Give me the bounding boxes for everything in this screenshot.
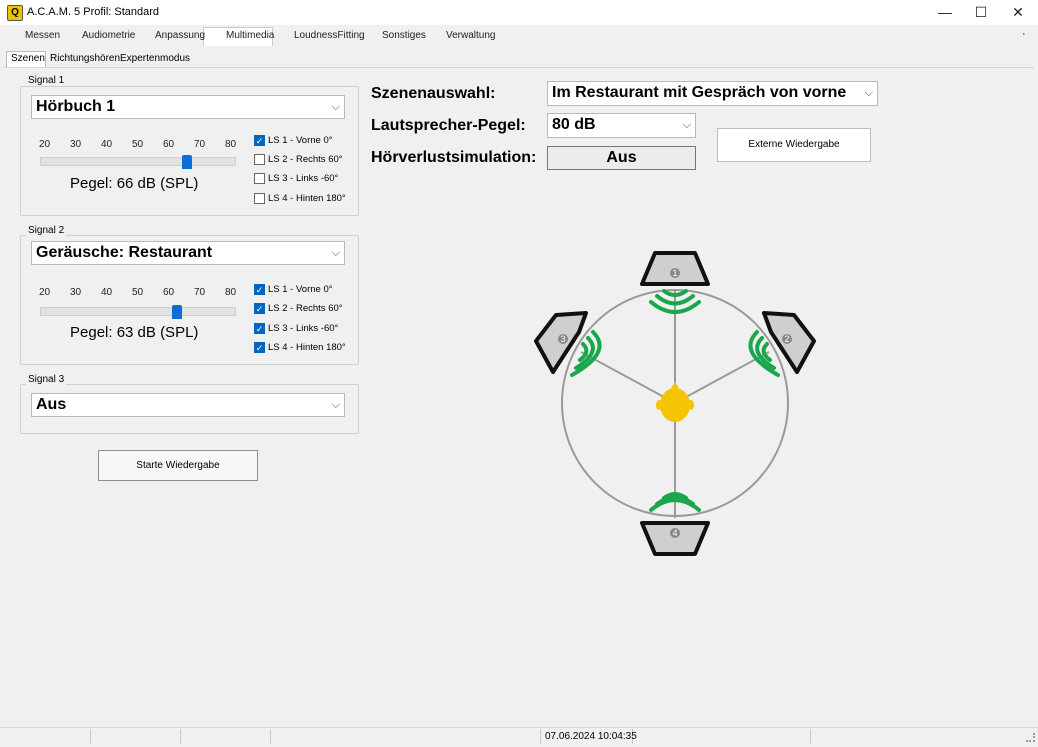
speaker-layout-diagram: 1 4 3 2: [534, 251, 816, 556]
close-button[interactable]: ✕: [1000, 0, 1036, 25]
signal1-ls1-checkbox[interactable]: ✓: [254, 135, 265, 146]
signal2-pegel-text: Pegel: 63 dB (SPL): [70, 324, 199, 341]
tab-verwaltung[interactable]: Verwaltung: [446, 28, 495, 44]
subtab-richtungshoeren[interactable]: Richtungshören: [50, 53, 120, 64]
signal1-tick-30: 30: [70, 139, 82, 150]
signal2-tick-40: 40: [101, 287, 113, 298]
chevron-down-icon: ⌵: [331, 101, 340, 113]
listener-head-icon: [656, 382, 694, 422]
tab-audiometrie[interactable]: Audiometrie: [82, 28, 135, 44]
speaker-1-number: 1: [672, 268, 677, 278]
subtab-szenen[interactable]: Szenen: [11, 53, 45, 64]
signal2-tick-70: 70: [194, 287, 206, 298]
signal1-ls3-checkbox[interactable]: [254, 173, 265, 184]
start-playback-button[interactable]: Starte Wiedergabe: [98, 450, 258, 481]
hearing-loss-label: Hörverlustsimulation:: [371, 149, 537, 166]
signal1-tick-60: 60: [163, 139, 175, 150]
tab-sonstiges[interactable]: Sonstiges: [382, 28, 426, 44]
signal1-source-select[interactable]: Hörbuch 1 ⌵: [31, 95, 345, 119]
signal1-level-slider-track[interactable]: [40, 157, 236, 166]
status-bar: [0, 727, 1038, 747]
chevron-down-icon: ⌵: [682, 119, 691, 131]
maximize-button[interactable]: ☐: [963, 0, 999, 25]
signal1-label: Signal 1: [26, 75, 67, 86]
signal2-tick-60: 60: [163, 287, 175, 298]
subtab-expertenmodus[interactable]: Expertenmodus: [120, 53, 190, 64]
speaker-level-select[interactable]: 80 dB ⌵: [547, 113, 696, 138]
speaker-4-back-icon: 4: [640, 521, 710, 556]
signal2-source-select[interactable]: Geräusche: Restaurant ⌵: [31, 241, 345, 265]
signal1-ls4-checkbox[interactable]: [254, 193, 265, 204]
scene-selection-label: Szenenauswahl:: [371, 85, 496, 102]
tab-anpassung[interactable]: Anpassung: [155, 28, 205, 44]
signal2-ls3-checkbox[interactable]: ✓: [254, 323, 265, 334]
window-title: A.C.A.M. 5 Profil: Standard: [27, 6, 160, 18]
signal3-source-value: Aus: [36, 396, 67, 413]
signal2-ls3-label: LS 3 - Links -60°: [268, 323, 339, 334]
status-datetime: 07.06.2024 10:04:35: [545, 731, 637, 742]
signal1-tick-50: 50: [132, 139, 144, 150]
status-separator: [90, 729, 91, 744]
chevron-down-icon: ⌵: [331, 399, 340, 411]
chevron-down-icon: ⌵: [331, 247, 340, 259]
signal2-label: Signal 2: [26, 225, 67, 236]
signal2-ls2-checkbox[interactable]: ✓: [254, 303, 265, 314]
signal1-ls2-checkbox[interactable]: [254, 154, 265, 165]
signal1-ls4-label: LS 4 - Hinten 180°: [268, 193, 346, 204]
status-separator: [540, 729, 541, 744]
minimize-button[interactable]: —: [927, 0, 963, 25]
tab-loudnessfitting[interactable]: LoudnessFitting: [294, 28, 365, 44]
status-separator: [810, 729, 811, 744]
signal2-level-slider-track[interactable]: [40, 307, 236, 316]
signal2-tick-80: 80: [225, 287, 237, 298]
signal2-source-value: Geräusche: Restaurant: [36, 244, 213, 261]
status-separator: [180, 729, 181, 744]
signal1-tick-20: 20: [39, 139, 51, 150]
tab-overflow-button[interactable]: ·: [1022, 28, 1026, 40]
external-playback-button[interactable]: Externe Wiedergabe: [717, 128, 871, 162]
tab-multimedia[interactable]: Multimedia: [226, 28, 274, 44]
speaker-3-number: 3: [560, 334, 565, 344]
signal1-ls1-label: LS 1 - Vorne 0°: [268, 135, 333, 146]
signal2-ls1-checkbox[interactable]: ✓: [254, 284, 265, 295]
signal2-ls4-label: LS 4 - Hinten 180°: [268, 342, 346, 353]
signal1-ls3-label: LS 3 - Links -60°: [268, 173, 339, 184]
hearing-loss-toggle[interactable]: Aus: [547, 146, 696, 170]
signal1-tick-80: 80: [225, 139, 237, 150]
speaker-1-front-icon: 1: [640, 251, 710, 286]
chevron-down-icon: ⌵: [864, 87, 873, 99]
signal1-pegel-text: Pegel: 66 dB (SPL): [70, 175, 199, 192]
scene-select[interactable]: Im Restaurant mit Gespräch von vorne ⌵: [547, 81, 878, 106]
signal2-tick-50: 50: [132, 287, 144, 298]
signal1-tick-40: 40: [101, 139, 113, 150]
scene-select-value: Im Restaurant mit Gespräch von vorne: [552, 84, 847, 101]
signal1-ls2-label: LS 2 - Rechts 60°: [268, 154, 343, 165]
signal2-tick-30: 30: [70, 287, 82, 298]
tab-messen[interactable]: Messen: [25, 28, 60, 44]
app-logo-icon: Q: [7, 5, 23, 21]
speaker-level-label: Lautsprecher-Pegel:: [371, 117, 526, 134]
speaker-level-value: 80 dB: [552, 116, 596, 133]
status-separator: [270, 729, 271, 744]
signal1-level-slider-thumb[interactable]: [181, 155, 192, 169]
content-divider: [4, 67, 1034, 68]
signal2-ls1-label: LS 1 - Vorne 0°: [268, 284, 333, 295]
speaker-2-number: 2: [784, 334, 789, 344]
signal2-ls4-checkbox[interactable]: ✓: [254, 342, 265, 353]
speaker-4-number: 4: [672, 528, 677, 538]
signal2-level-slider-thumb[interactable]: [172, 305, 183, 319]
signal2-ls2-label: LS 2 - Rechts 60°: [268, 303, 343, 314]
signal1-source-value: Hörbuch 1: [36, 98, 116, 115]
resize-grip-icon[interactable]: [1026, 733, 1035, 742]
signal3-source-select[interactable]: Aus ⌵: [31, 393, 345, 417]
signal3-label: Signal 3: [26, 374, 67, 385]
signal1-tick-70: 70: [194, 139, 206, 150]
signal2-tick-20: 20: [39, 287, 51, 298]
